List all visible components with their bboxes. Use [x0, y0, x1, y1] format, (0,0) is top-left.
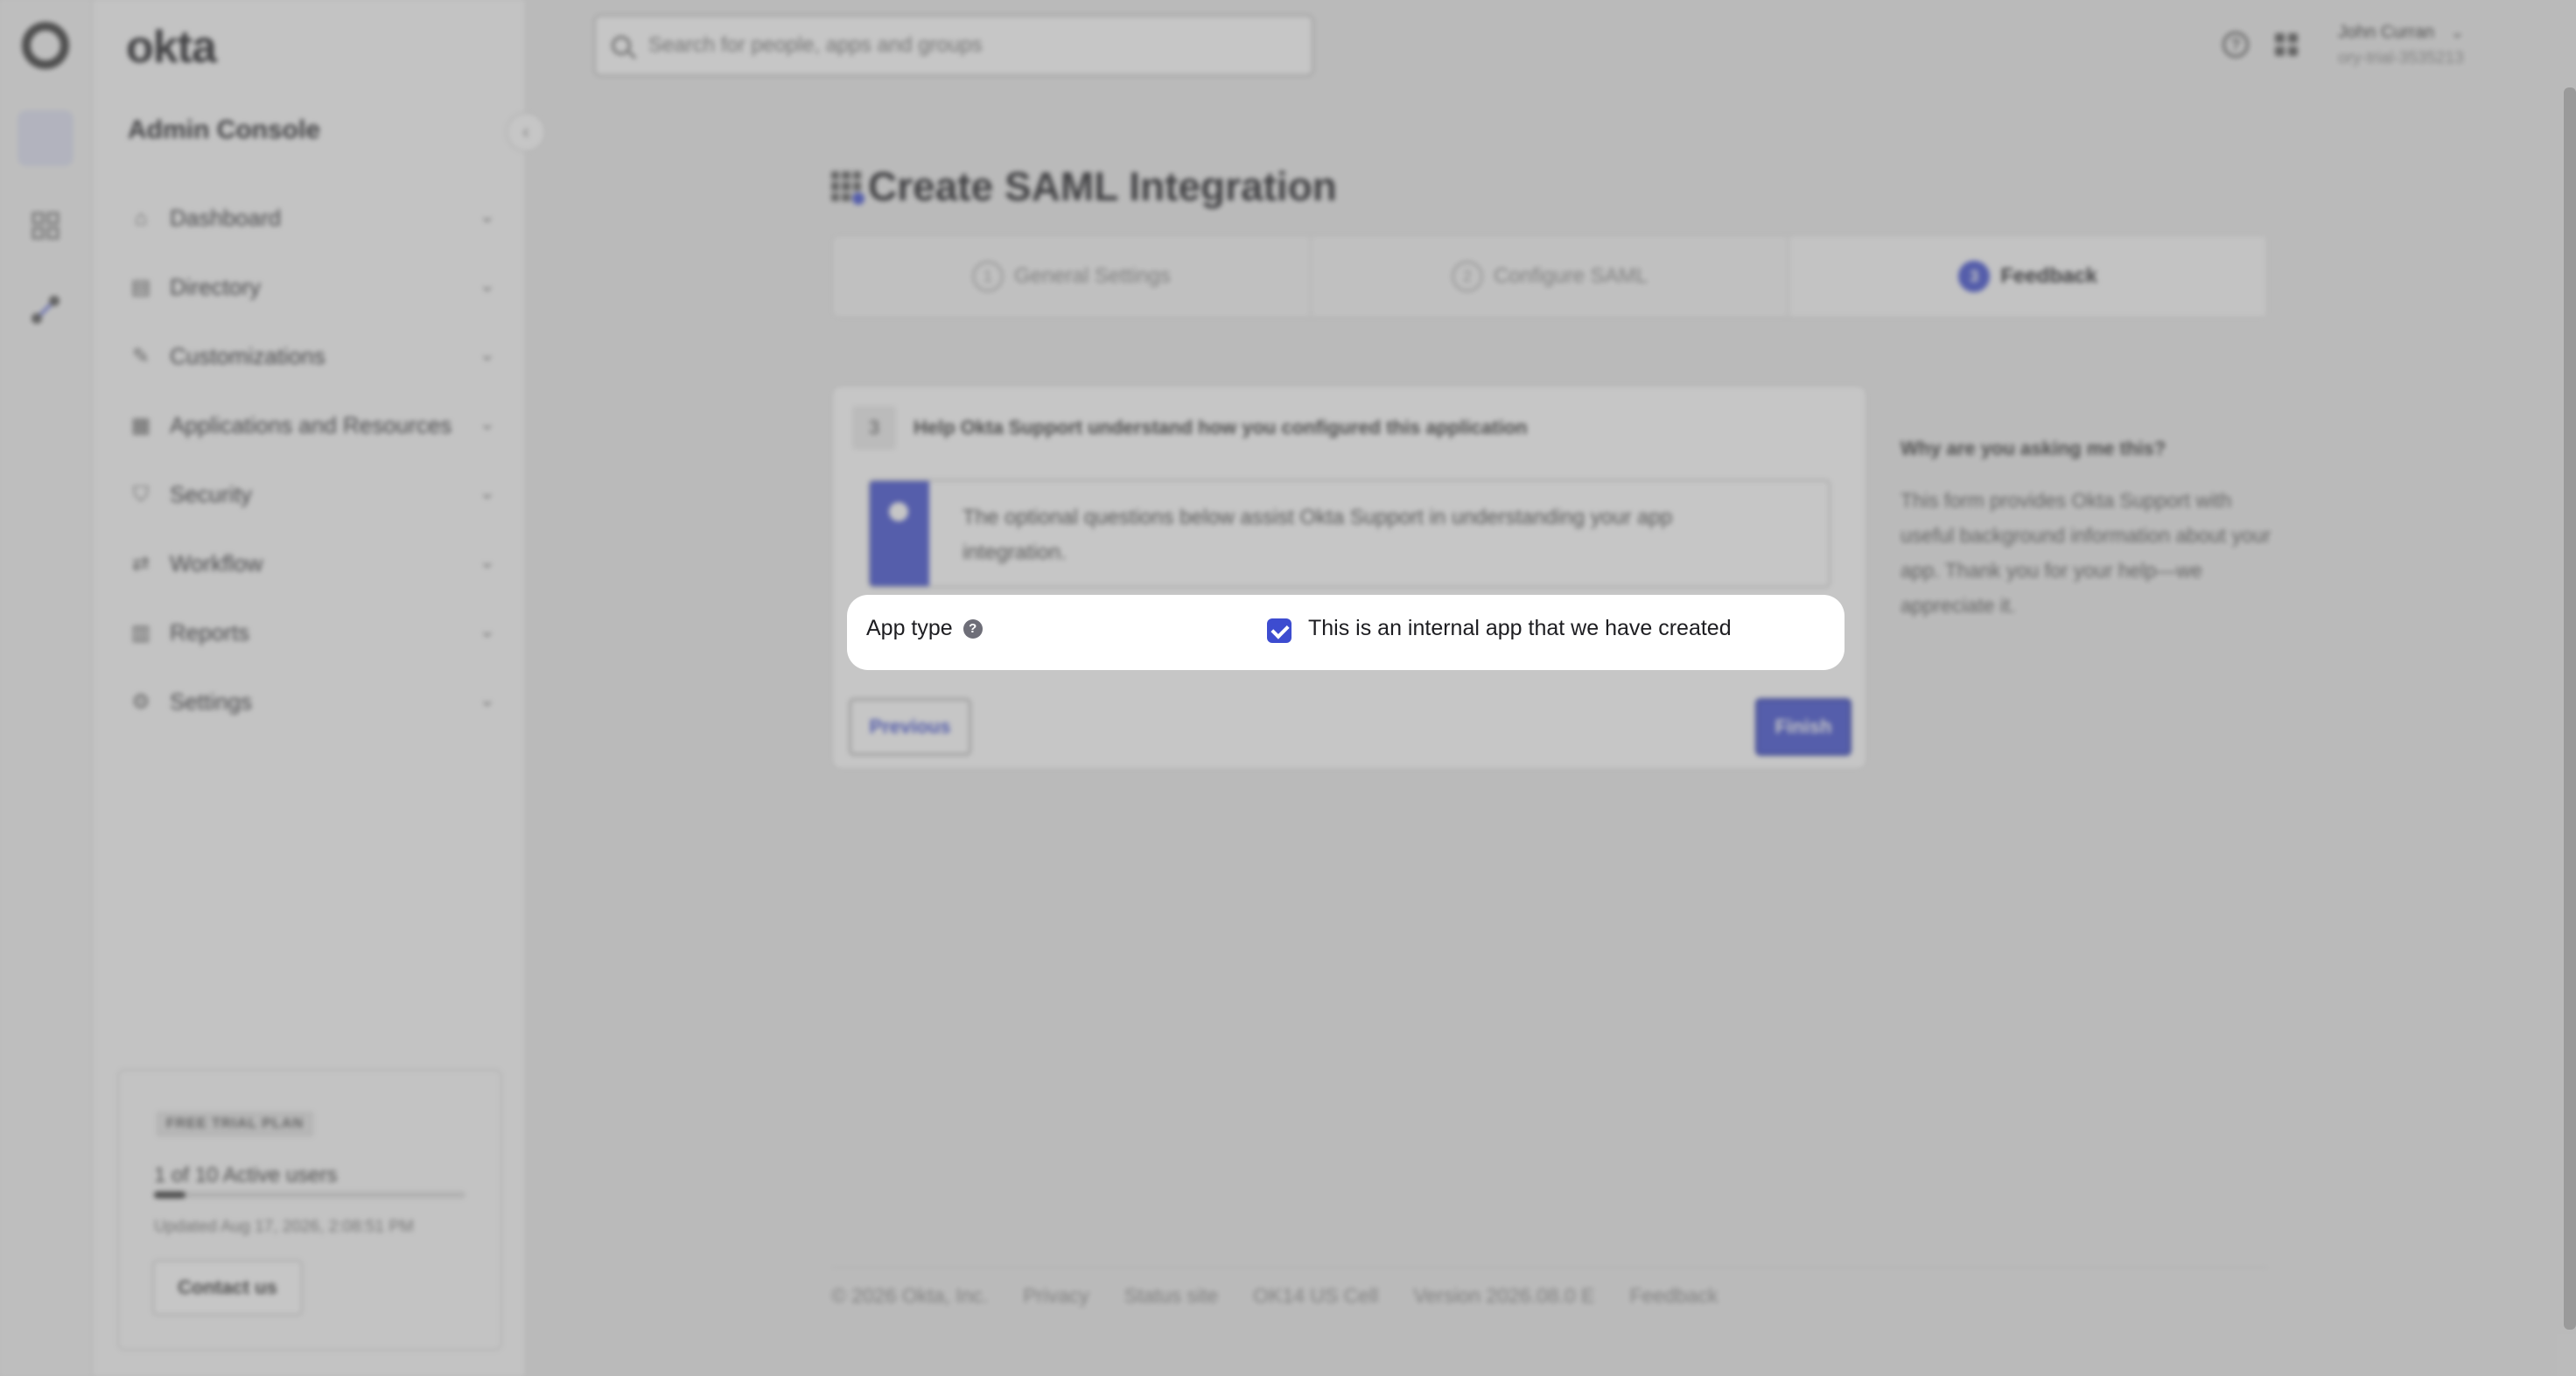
app-type-row-highlight: App type ? This is an internal app that …: [847, 595, 1844, 670]
scrollbar[interactable]: [2564, 87, 2576, 1330]
help-icon[interactable]: ?: [962, 618, 983, 639]
dim-overlay: [0, 0, 2576, 1376]
internal-app-checkbox-label[interactable]: This is an internal app that we have cre…: [1308, 616, 1732, 641]
app-type-label-text: App type: [866, 616, 953, 640]
app-type-label: App type ?: [866, 616, 983, 641]
internal-app-checkbox[interactable]: [1267, 618, 1292, 643]
